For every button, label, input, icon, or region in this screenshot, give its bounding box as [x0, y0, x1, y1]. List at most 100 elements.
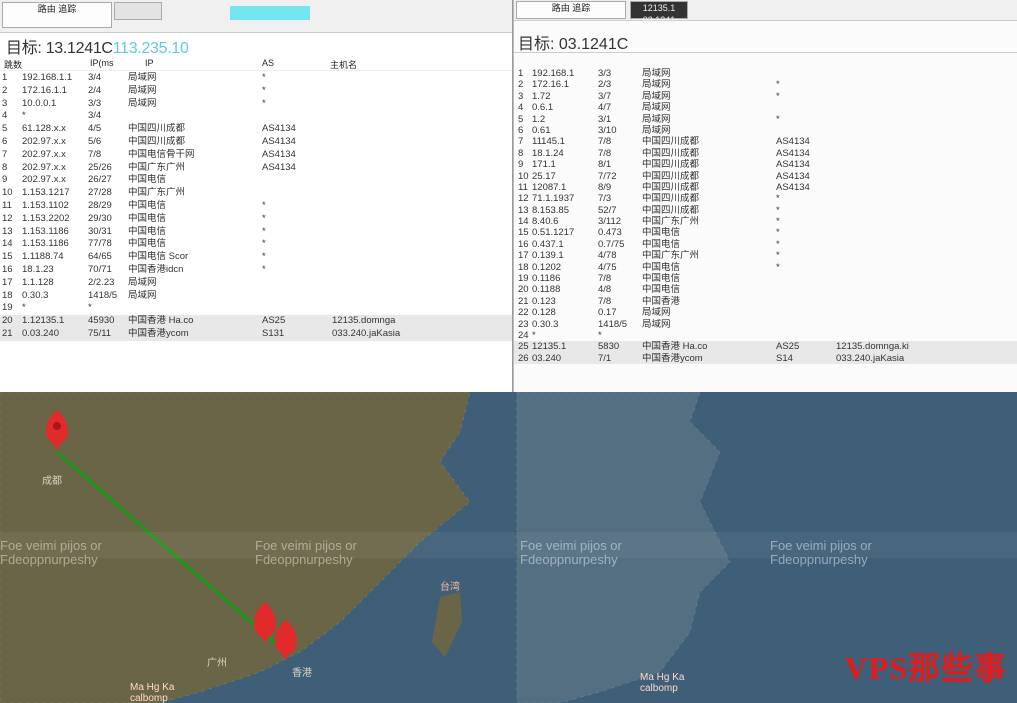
cell-ip: 0.123 [532, 295, 556, 307]
cell-as: * [776, 79, 780, 91]
cell-hop: 8 [518, 147, 524, 159]
table-row[interactable]: 2 172.16.1 2/3 局域网 * [514, 79, 1017, 90]
table-row[interactable]: 7 7/8 202.97.x.x 中国电信骨干网 AS4134 [0, 149, 513, 162]
table-row[interactable]: 6 0.61 3/10 局域网 [514, 125, 1017, 136]
table-row[interactable]: 8 18.1.24 7/8 中国四川成都 AS4134 [514, 148, 1017, 159]
table-row[interactable]: 25 12135.1 5830 中国香港 Ha.co AS25 12135.domnga.… [514, 341, 1017, 353]
table-row[interactable]: 10 25.17 7/72 中国四川成都 AS4134 [514, 171, 1017, 182]
table-row[interactable]: 3 1.72 3/7 局域网 * [514, 91, 1017, 102]
cell-rtt: 3/4 [88, 110, 102, 122]
destination-label: Ma Hg Ka calbomp [640, 672, 685, 694]
column-header-rtt[interactable]: IP(ms [90, 58, 114, 68]
cell-ip: 0.437.1 [532, 238, 564, 250]
table-row[interactable]: 13 8.153.85 52/7 中国四川成都 * [514, 205, 1017, 216]
table-row[interactable]: 14 8.40.6 3/112 中国广东广州 * [514, 216, 1017, 227]
table-row[interactable]: 14 77/78 1.153.1186 中国电信 * [0, 238, 513, 251]
cell-loc: 中国广东广州 [642, 250, 700, 262]
cell-ip: 1.153.1186 [22, 238, 69, 250]
table-row[interactable]: 10 27/28 1.153.1217 中国广东广州 [0, 187, 513, 200]
table-row[interactable]: 18 1418/5 0.30.3 局域网 [0, 290, 513, 303]
table-row[interactable]: 19 0.1186 7/8 中国电信 [514, 273, 1017, 284]
cell-rtt: 4/7 [598, 102, 612, 114]
table-row[interactable]: 12 29/30 1.153.2202 中国电信 * [0, 213, 513, 226]
cell-rtt: 3/10 [598, 124, 617, 136]
table-row[interactable]: 21 0.123 7/8 中国香港 [514, 296, 1017, 307]
table-row[interactable]: 11 28/29 1.153.1102 中国电信 * [0, 200, 513, 213]
table-row[interactable]: 22 0.128 0.17 局域网 [514, 307, 1017, 318]
table-row[interactable]: 19 * * [0, 302, 513, 315]
table-row[interactable]: 13 30/31 1.153.1186 中国电信 * [0, 226, 513, 239]
tab-secondary[interactable] [114, 2, 162, 20]
table-row[interactable]: 16 0.437.1 0.7/75 中国电信 * [514, 239, 1017, 250]
table-row[interactable]: 18 0.1202 4/75 中国电信 * [514, 262, 1017, 273]
cell-hop: 20 [518, 284, 529, 296]
cell-hop: 16 [518, 238, 529, 250]
tab-traceroute[interactable]: 路由 追踪 [2, 2, 112, 28]
cell-hop: 9 [2, 174, 8, 186]
table-row[interactable]: 6 5/6 202.97.x.x 中国四川成都 AS4134 [0, 136, 513, 149]
cell-as: * [262, 97, 266, 109]
table-row[interactable]: 4 0.6.1 4/7 局域网 [514, 102, 1017, 113]
table-header: 跳数 IP(ms IP AS 主机名 [0, 58, 513, 71]
cell-ip: 0.51.1217 [532, 227, 575, 239]
cell-as: * [262, 84, 266, 96]
table-row[interactable]: 3 3/3 10.0.0.1 局域网 * [0, 98, 513, 111]
table-row[interactable]: 7 11145.1 7/8 中国四川成都 AS4134 [514, 136, 1017, 147]
cell-as: * [776, 227, 780, 239]
cell-hop: 7 [2, 148, 8, 160]
cell-hop: 20 [2, 315, 13, 327]
table-row[interactable]: 17 2/2.23 1.1.128 局域网 [0, 277, 513, 290]
table-row[interactable]: 26 03.240 7/1 中国香港ycom S14 033.240.jaKasia [514, 352, 1017, 365]
table-row[interactable]: 1 3/4 192.168.1.1 局域网 * [0, 72, 513, 85]
right-toolbar: 路由 追踪 12135.1 03.1241 [514, 0, 1017, 25]
table-row[interactable]: 23 0.30.3 1418/5 局域网 [514, 319, 1017, 330]
table-row[interactable]: 24 * * [514, 330, 1017, 341]
table-row[interactable]: 11 12087.1 8/9 中国四川成都 AS4134 [514, 182, 1017, 193]
cell-rtt: 4/8 [598, 284, 612, 296]
cell-as: AS4134 [776, 147, 810, 159]
page-title-right: 目标: 03.1241C [518, 36, 629, 53]
cell-as: AS4134 [776, 170, 810, 182]
route-map[interactable]: Foe veimi pijos or Foe veimi pijos or Fo… [0, 392, 1017, 703]
column-header-ip[interactable]: IP [145, 58, 154, 68]
table-row[interactable]: 17 0.139.1 4/78 中国广东广州 * [514, 250, 1017, 261]
cell-rtt: 4/78 [598, 250, 617, 262]
table-row[interactable]: 15 0.51.1217 0.473 中国电信 * [514, 227, 1017, 238]
tab-traceroute-right[interactable]: 路由 追踪 [516, 1, 626, 19]
cell-as: * [776, 216, 780, 228]
cell-hop: 2 [518, 79, 524, 91]
table-row[interactable]: 20 0.1188 4/8 中国电信 [514, 284, 1017, 295]
column-header-as[interactable]: AS [262, 58, 274, 68]
cell-rtt: 7/8 [598, 273, 612, 285]
cell-rtt: 4/75 [598, 261, 617, 273]
table-row[interactable]: 20 45930 1.12135.1 中国香港 Ha.co AS25 12135.domn… [0, 315, 513, 328]
cell-rtt: 0.17 [598, 307, 617, 319]
table-row[interactable]: 15 64/65 1.1188.74 中国电信 Scor * [0, 251, 513, 264]
table-row[interactable]: 5 4/5 61.128.x.x 中国四川成都 AS4134 [0, 123, 513, 136]
table-row[interactable]: 2 2/4 172.16.1.1 局域网 * [0, 85, 513, 98]
map-overlay-sub-3: Fdeoppnurpeshy [520, 552, 618, 567]
table-row[interactable]: 5 1.2 3/1 局域网 * [514, 114, 1017, 125]
column-header-host[interactable]: 主机名 [330, 58, 357, 71]
cell-loc: 局域网 [128, 289, 157, 301]
table-row[interactable]: 4 3/4 * [0, 110, 513, 123]
table-row[interactable]: 21 75/11 0.03.240 中国香港ycom S131 033.240.jaKas… [0, 327, 513, 341]
column-header-hop[interactable]: 跳数 [4, 58, 22, 71]
cell-rtt: 52/7 [598, 204, 617, 216]
cell-ip: 0.139.1 [532, 250, 564, 262]
cell-ip: 0.30.3 [532, 318, 559, 330]
cell-loc: 中国四川成都 [642, 204, 700, 216]
watermark-logo: VPS那些事 [844, 650, 1007, 686]
cell-hop: 8 [2, 161, 8, 173]
table-row[interactable]: 16 70/71 18.1.23 中国香港idcn * [0, 264, 513, 277]
cell-loc: 中国电信 [642, 261, 681, 273]
table-row[interactable]: 9 171.1 8/1 中国四川成都 AS4134 [514, 159, 1017, 170]
cell-loc: 局域网 [128, 276, 157, 288]
table-row[interactable]: 1 192.168.1 3/3 局域网 [514, 68, 1017, 79]
table-row[interactable]: 8 25/26 202.97.x.x 中国广东广州 AS4134 [0, 162, 513, 175]
cell-ip: 25.17 [532, 170, 556, 182]
table-row[interactable]: 12 71.1.1937 7/3 中国四川成都 * [514, 193, 1017, 204]
table-row[interactable]: 9 26/27 202.97.x.x 中国电信 [0, 174, 513, 187]
tab-target-right[interactable]: 12135.1 03.1241 [630, 1, 688, 25]
cell-ip: 202.97.x.x [22, 148, 66, 160]
